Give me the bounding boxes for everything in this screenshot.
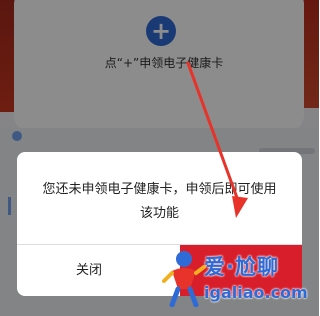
- mascot-logo-icon: [162, 251, 206, 308]
- close-button[interactable]: 关闭: [17, 245, 161, 296]
- watermark-title: 爱·尬聊: [204, 255, 279, 279]
- site-watermark: 爱·尬聊 igaliao.com: [162, 245, 317, 311]
- app-screen: + 点“+”申领电子健康卡 您还未申领电子健康卡，申领后即可使用该功能 关闭 爱…: [0, 0, 319, 316]
- watermark-url: igaliao.com: [204, 283, 308, 302]
- dialog-message: 您还未申领电子健康卡，申领后即可使用该功能: [42, 182, 277, 221]
